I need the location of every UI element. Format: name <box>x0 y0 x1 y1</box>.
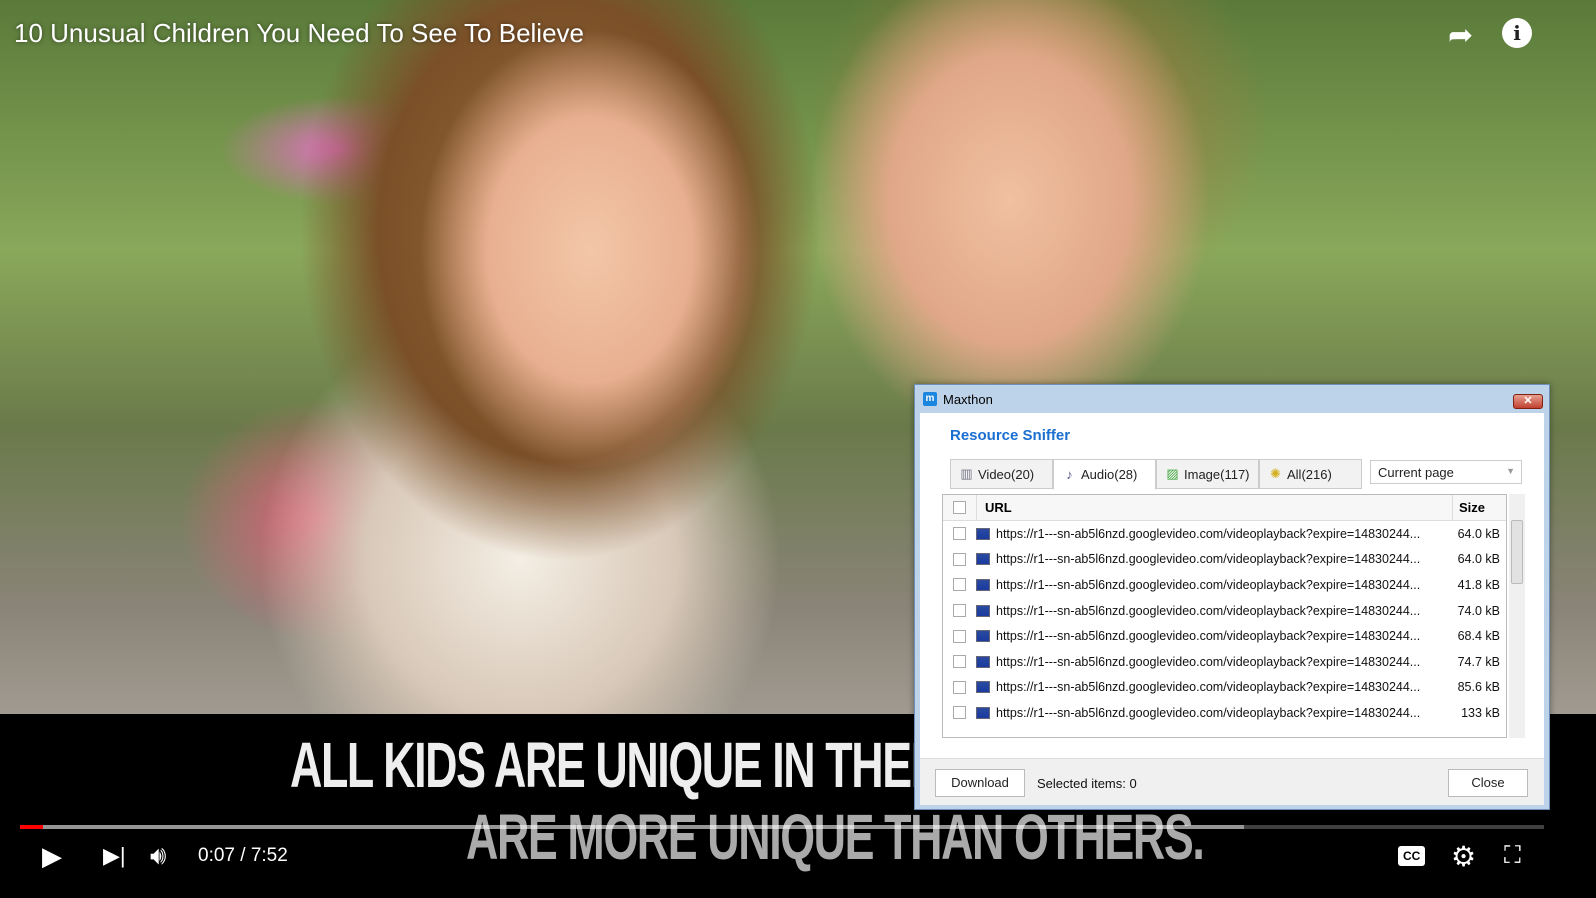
table-row[interactable]: https://r1---sn-ab5l6nzd.googlevideo.com… <box>943 598 1506 624</box>
table-row[interactable]: https://r1---sn-ab5l6nzd.googlevideo.com… <box>943 700 1506 726</box>
row-checkbox[interactable] <box>953 629 966 643</box>
tab-image[interactable]: ▨ Image(117) <box>1156 459 1259 489</box>
dialog-footer: Download Selected items: 0 Close <box>920 758 1544 805</box>
time-display: 0:07 / 7:52 <box>198 845 288 866</box>
tab-bar: ▥ Video(20) ♪ Audio(28) ▨ Image(117) ✺ All(2… <box>950 459 1362 490</box>
played-bar <box>20 825 43 829</box>
row-checkbox[interactable] <box>953 604 966 618</box>
row-size: 85.6 kB <box>1457 680 1500 695</box>
media-file-icon <box>976 706 990 719</box>
row-size: 64.0 kB <box>1457 526 1500 541</box>
chevron-down-icon: ▼ <box>1506 466 1515 476</box>
scrollbar[interactable] <box>1509 494 1525 738</box>
dialog-heading: Resource Sniffer <box>950 427 1071 444</box>
tab-label: Image(117) <box>1184 466 1250 482</box>
close-icon[interactable]: ✕ <box>1513 394 1543 409</box>
row-checkbox[interactable] <box>953 552 966 566</box>
media-file-icon <box>976 655 990 668</box>
tab-all[interactable]: ✺ All(216) <box>1259 459 1362 489</box>
tab-audio[interactable]: ♪ Audio(28) <box>1053 459 1156 490</box>
row-size: 74.0 kB <box>1457 603 1500 618</box>
window-title: Maxthon <box>943 391 993 407</box>
table-row[interactable]: https://r1---sn-ab5l6nzd.googlevideo.com… <box>943 675 1506 701</box>
row-size: 64.0 kB <box>1457 552 1500 567</box>
play-icon[interactable]: ▶ <box>42 838 62 874</box>
resource-sniffer-dialog: m Maxthon ✕ Resource Sniffer ▥ Video(20) … <box>914 384 1550 810</box>
media-file-icon <box>976 578 990 591</box>
media-file-icon <box>976 553 990 566</box>
maxthon-logo-icon: m <box>923 392 937 406</box>
row-size: 74.7 kB <box>1457 654 1500 669</box>
scope-select[interactable]: Current page ▼ <box>1370 460 1522 484</box>
volume-icon[interactable]: 🔊︎ <box>150 838 166 874</box>
info-icon[interactable]: i <box>1502 18 1532 48</box>
row-url: https://r1---sn-ab5l6nzd.googlevideo.com… <box>996 603 1421 618</box>
row-url: https://r1---sn-ab5l6nzd.googlevideo.com… <box>996 705 1421 720</box>
cc-icon[interactable]: CC <box>1398 838 1426 874</box>
video-caption-line2: ARE MORE UNIQUE THAN OTHERS. <box>466 801 1205 873</box>
next-icon[interactable]: ▶| <box>103 838 126 874</box>
column-url[interactable]: URL <box>976 494 1452 521</box>
row-size: 41.8 kB <box>1457 577 1500 592</box>
settings-icon[interactable]: ⚙ <box>1451 838 1476 874</box>
row-url: https://r1---sn-ab5l6nzd.googlevideo.com… <box>996 680 1421 695</box>
progress-bar[interactable] <box>20 825 1544 829</box>
column-size[interactable]: Size <box>1452 494 1506 521</box>
row-checkbox[interactable] <box>953 655 966 669</box>
title-bar[interactable]: m Maxthon ✕ <box>915 385 1549 413</box>
video-title[interactable]: 10 Unusual Children You Need To See To B… <box>14 18 584 49</box>
download-button[interactable]: Download <box>935 769 1025 797</box>
table-row[interactable]: https://r1---sn-ab5l6nzd.googlevideo.com… <box>943 547 1506 573</box>
row-url: https://r1---sn-ab5l6nzd.googlevideo.com… <box>996 526 1421 541</box>
select-all-checkbox[interactable] <box>953 501 966 514</box>
media-file-icon <box>976 604 990 617</box>
media-file-icon <box>976 681 990 694</box>
table-header: URL Size <box>943 494 1506 521</box>
tab-label: Audio(28) <box>1081 467 1138 482</box>
music-note-icon: ♪ <box>1066 467 1073 482</box>
row-url: https://r1---sn-ab5l6nzd.googlevideo.com… <box>996 629 1421 644</box>
exit-fullscreen-icon[interactable]: ⛶ <box>1504 838 1521 874</box>
media-file-icon <box>976 630 990 643</box>
row-size: 68.4 kB <box>1457 629 1500 644</box>
table-row[interactable]: https://r1---sn-ab5l6nzd.googlevideo.com… <box>943 521 1506 547</box>
share-icon[interactable]: ➦ <box>1448 18 1473 53</box>
tab-label: All(216) <box>1287 466 1332 482</box>
film-icon: ▥ <box>960 466 973 481</box>
resource-table: URL Size https://r1---sn-ab5l6nzd.google… <box>942 494 1507 738</box>
scrollbar-thumb[interactable] <box>1511 520 1523 584</box>
scope-value: Current page <box>1378 465 1454 480</box>
row-url: https://r1---sn-ab5l6nzd.googlevideo.com… <box>996 577 1421 592</box>
row-url: https://r1---sn-ab5l6nzd.googlevideo.com… <box>996 654 1421 669</box>
table-row[interactable]: https://r1---sn-ab5l6nzd.googlevideo.com… <box>943 623 1506 649</box>
star-icon: ✺ <box>1270 466 1281 481</box>
row-checkbox[interactable] <box>953 578 966 592</box>
tab-video[interactable]: ▥ Video(20) <box>950 459 1053 489</box>
table-row[interactable]: https://r1---sn-ab5l6nzd.googlevideo.com… <box>943 649 1506 675</box>
row-url: https://r1---sn-ab5l6nzd.googlevideo.com… <box>996 552 1421 567</box>
table-row[interactable]: https://r1---sn-ab5l6nzd.googlevideo.com… <box>943 572 1506 598</box>
row-checkbox[interactable] <box>953 527 966 541</box>
row-checkbox[interactable] <box>953 680 966 694</box>
row-size: 133 kB <box>1461 705 1500 720</box>
image-icon: ▨ <box>1166 466 1179 481</box>
close-button[interactable]: Close <box>1448 769 1528 797</box>
row-checkbox[interactable] <box>953 706 966 720</box>
tab-label: Video(20) <box>978 466 1035 482</box>
selected-count: Selected items: 0 <box>1037 776 1137 791</box>
buffered-bar <box>20 825 1244 829</box>
media-file-icon <box>976 527 990 540</box>
